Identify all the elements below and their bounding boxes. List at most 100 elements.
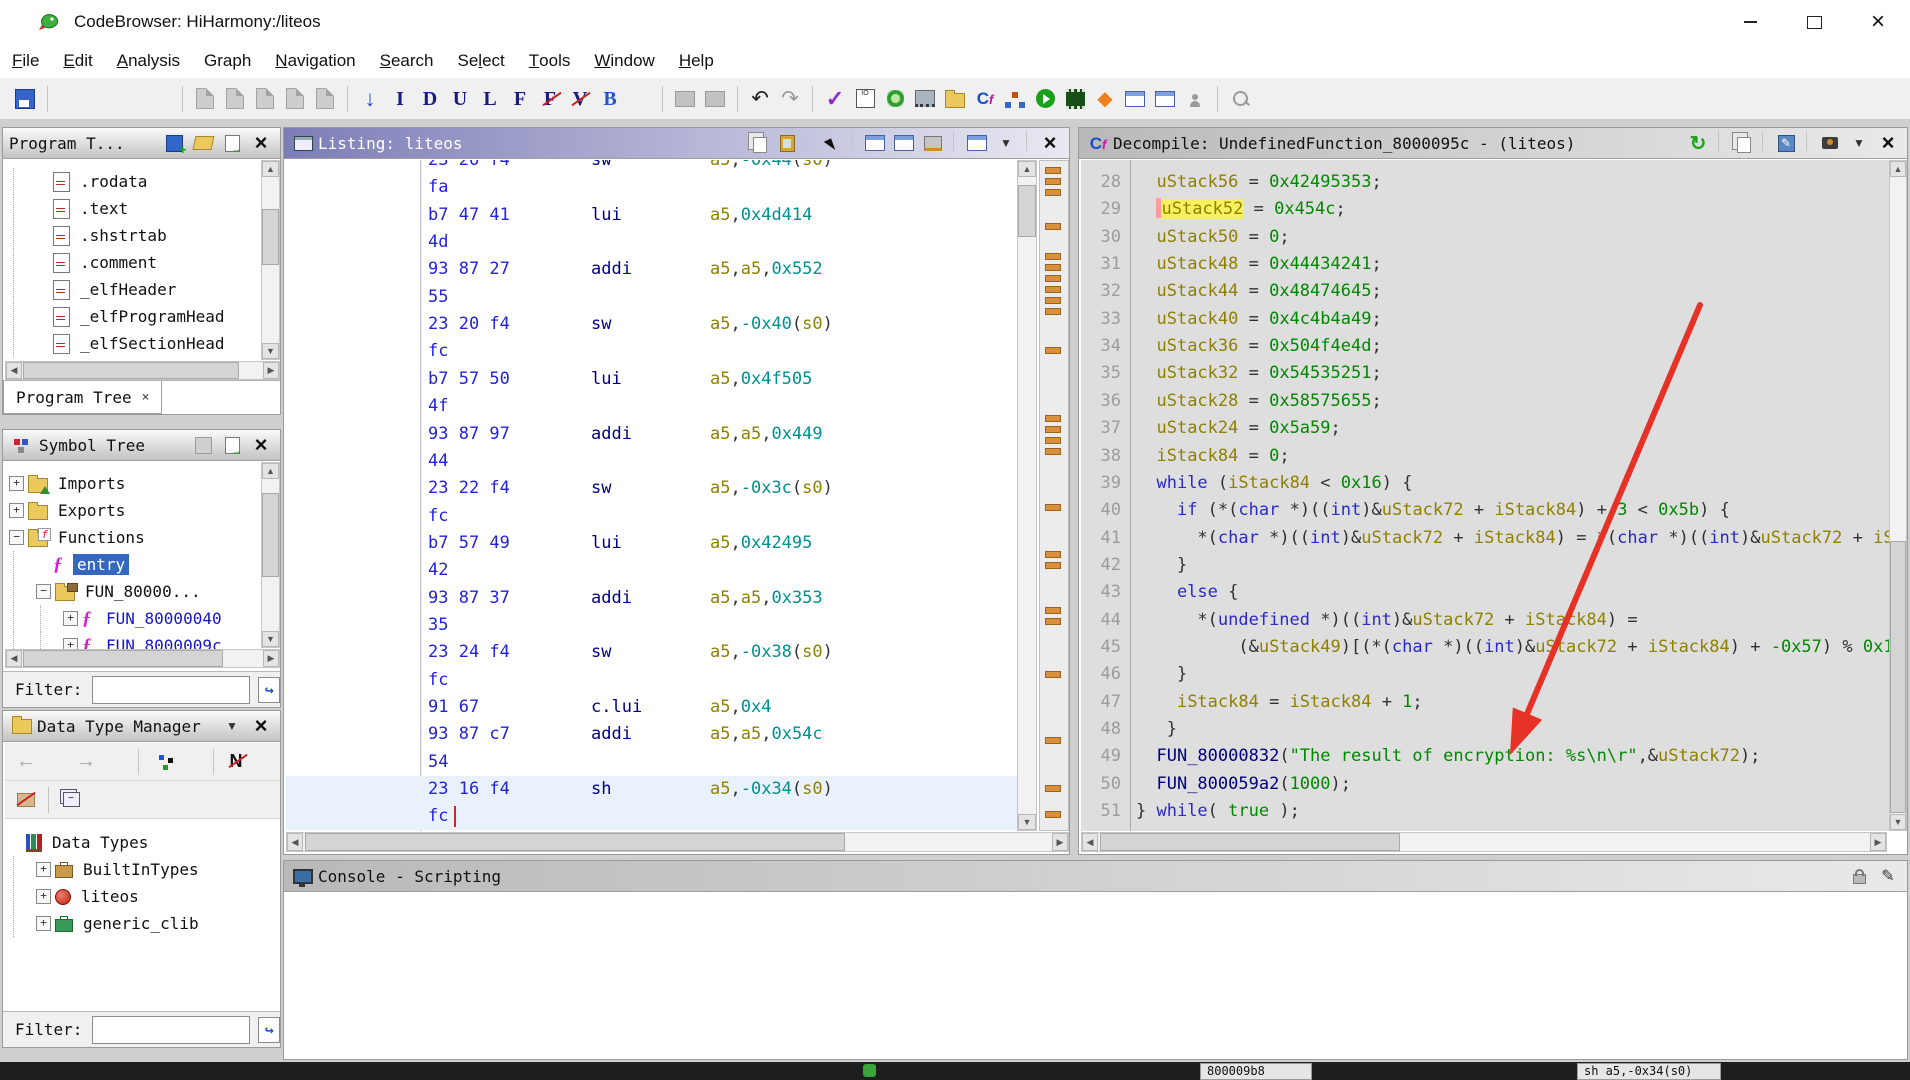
tree-expander-icon[interactable]: + <box>63 611 78 626</box>
listing-row[interactable]: 44 <box>286 448 1017 475</box>
decompile-line[interactable]: 44 *(undefined *)((int)&uStack72 + iStac… <box>1081 607 1891 634</box>
listing-row[interactable]: 4f <box>286 393 1017 420</box>
scroll-thumb[interactable] <box>262 493 279 577</box>
listing-hscrollbar[interactable]: ◀ ▶ <box>286 832 1069 852</box>
listing-row[interactable]: 23 22 f4swa5,-0x3c(s0) <box>286 475 1017 502</box>
forward-icon[interactable] <box>115 84 145 114</box>
listing-row[interactable]: b7 57 49luia5,0x42495 <box>286 530 1017 557</box>
tree-expander-icon[interactable]: + <box>36 889 51 904</box>
drop-icon[interactable] <box>41 747 71 777</box>
drop-icon[interactable] <box>101 747 131 777</box>
listing-row[interactable]: fa <box>286 174 1017 201</box>
tree-node-data-types[interactable]: Data Types <box>5 829 280 856</box>
listing-row[interactable]: 93 87 27addia5,a5,0x552 <box>286 256 1017 283</box>
close-icon[interactable]: × <box>248 131 274 155</box>
edit-pencil-icon[interactable]: ✎ <box>1875 864 1901 888</box>
tree-expander-icon[interactable]: − <box>36 584 51 599</box>
decompile-line[interactable]: 34 uStack36 = 0x504f4e4d; <box>1081 333 1891 360</box>
back-icon[interactable] <box>55 84 85 114</box>
disk-add-icon[interactable] <box>161 131 187 155</box>
refresh-icon[interactable]: ↻ <box>1685 131 1711 155</box>
decompile-line[interactable]: 37 uStack24 = 0x5a59; <box>1081 415 1891 442</box>
decompile-line[interactable]: 35 uStack32 = 0x54535251; <box>1081 360 1891 387</box>
menu-help[interactable]: Help <box>667 44 726 78</box>
decompile-line[interactable]: 39 while (iStack84 < 0x16) { <box>1081 470 1891 497</box>
close-icon[interactable]: × <box>248 714 274 738</box>
decompile-line[interactable]: 36 uStack28 = 0x58575655; <box>1081 388 1891 415</box>
listing-row[interactable]: 93 87 37addia5,a5,0x353 <box>286 585 1017 612</box>
change-marker[interactable] <box>1045 811 1061 818</box>
cf-icon[interactable]: Cf <box>970 84 1000 114</box>
letter-icon[interactable]: F <box>505 84 535 114</box>
undo-icon[interactable]: ↶ <box>745 84 775 114</box>
listing-row[interactable]: 4d <box>286 229 1017 256</box>
close-button[interactable]: × <box>1846 0 1910 44</box>
symbol-tree-hscrollbar[interactable]: ◀ ▶ <box>5 649 280 668</box>
change-marker[interactable] <box>1045 189 1061 196</box>
ioai-icon[interactable]: IO <box>850 84 880 114</box>
tree-node-functions[interactable]: −Functions <box>5 524 260 551</box>
play-icon[interactable] <box>1030 84 1060 114</box>
tree-expander-icon[interactable]: + <box>9 503 24 518</box>
scroll-down-icon[interactable]: ▼ <box>262 631 279 647</box>
edit-icon[interactable]: ✎ <box>1773 131 1799 155</box>
minimize-button[interactable] <box>1718 0 1782 44</box>
change-marker[interactable] <box>1045 785 1061 792</box>
decompile-vscrollbar[interactable]: ▲ ▼ <box>1889 160 1907 831</box>
change-marker[interactable] <box>1045 253 1061 260</box>
listing-row[interactable]: b7 47 41luia5,0x4d414 <box>286 202 1017 229</box>
program-tree-vscrollbar[interactable]: ▲ ▼ <box>261 160 280 360</box>
decompile-line[interactable]: 51} while( true ); <box>1081 798 1891 825</box>
navdown-icon[interactable]: ↓ <box>355 84 385 114</box>
change-marker[interactable] <box>1045 618 1061 625</box>
program-tree-hscrollbar[interactable]: ◀ ▶ <box>5 361 280 380</box>
tree-node-fun-80000-[interactable]: −FUN_80000... <box>5 578 260 605</box>
scroll-up-icon[interactable]: ▲ <box>262 161 279 177</box>
close-icon[interactable]: × <box>1037 131 1063 155</box>
listing-row[interactable]: 93 87 97addia5,a5,0x449 <box>286 421 1017 448</box>
decompile-line[interactable]: 46 } <box>1081 661 1891 688</box>
decompile-line[interactable]: 43 else { <box>1081 579 1891 606</box>
change-marker[interactable] <box>1045 286 1061 293</box>
decompile-line[interactable]: 31 uStack48 = 0x44434241; <box>1081 251 1891 278</box>
tab-close-icon[interactable]: × <box>142 390 150 405</box>
tree-expander-icon[interactable]: + <box>36 862 51 877</box>
decompile-line[interactable]: 47 iStack84 = iStack84 + 1; <box>1081 689 1891 716</box>
listing-row[interactable]: 23 26 f4swa5,-0x44(s0) <box>286 160 1017 174</box>
listing-row[interactable]: 23 20 f4swa5,-0x40(s0) <box>286 311 1017 338</box>
drop-icon[interactable] <box>176 747 206 777</box>
scroll-down-icon[interactable]: ▼ <box>262 343 279 359</box>
letter-icon[interactable]: L <box>475 84 505 114</box>
letter-icon[interactable]: U <box>445 84 475 114</box>
scroll-left-icon[interactable]: ◀ <box>287 833 303 851</box>
printer-icon[interactable] <box>920 131 946 155</box>
scroll-thumb[interactable] <box>1890 541 1906 813</box>
decompile-line[interactable]: 41 *(char *)((int)&uStack72 + iStack84) … <box>1081 525 1891 552</box>
change-marker[interactable] <box>1045 167 1061 174</box>
menu-file[interactable]: File <box>0 44 51 78</box>
diamond-icon[interactable]: ◆ <box>1090 84 1120 114</box>
decompile-line[interactable]: 33 uStack40 = 0x4c4b4a49; <box>1081 306 1891 333</box>
letter-slash-icon[interactable]: V <box>565 84 595 114</box>
save-icon[interactable] <box>10 84 40 114</box>
scroll-thumb[interactable] <box>305 833 845 851</box>
change-marker[interactable] <box>1045 737 1061 744</box>
change-marker[interactable] <box>1045 607 1061 614</box>
menu-search[interactable]: Search <box>368 44 446 78</box>
tree-node-generic-clib[interactable]: +generic_clib <box>5 910 280 937</box>
scroll-thumb[interactable] <box>262 209 279 265</box>
page-icon[interactable] <box>310 84 340 114</box>
change-marker[interactable] <box>1045 504 1061 511</box>
tree-node--rodata[interactable]: .rodata <box>5 168 260 195</box>
scroll-left-icon[interactable]: ◀ <box>6 650 22 667</box>
tree-node--comment[interactable]: .comment <box>5 249 260 276</box>
forward-dis-icon[interactable]: → <box>71 747 101 777</box>
close-icon[interactable]: × <box>1875 131 1901 155</box>
tree-expander-icon[interactable]: − <box>9 530 24 545</box>
filter-go-icon[interactable]: ↪ <box>258 1017 280 1043</box>
change-marker[interactable] <box>1045 308 1061 315</box>
scroll-left-icon[interactable]: ◀ <box>1082 833 1098 851</box>
table-icon[interactable] <box>964 131 990 155</box>
folder-open-icon[interactable] <box>190 131 216 155</box>
decompile-line[interactable]: 48 } <box>1081 716 1891 743</box>
